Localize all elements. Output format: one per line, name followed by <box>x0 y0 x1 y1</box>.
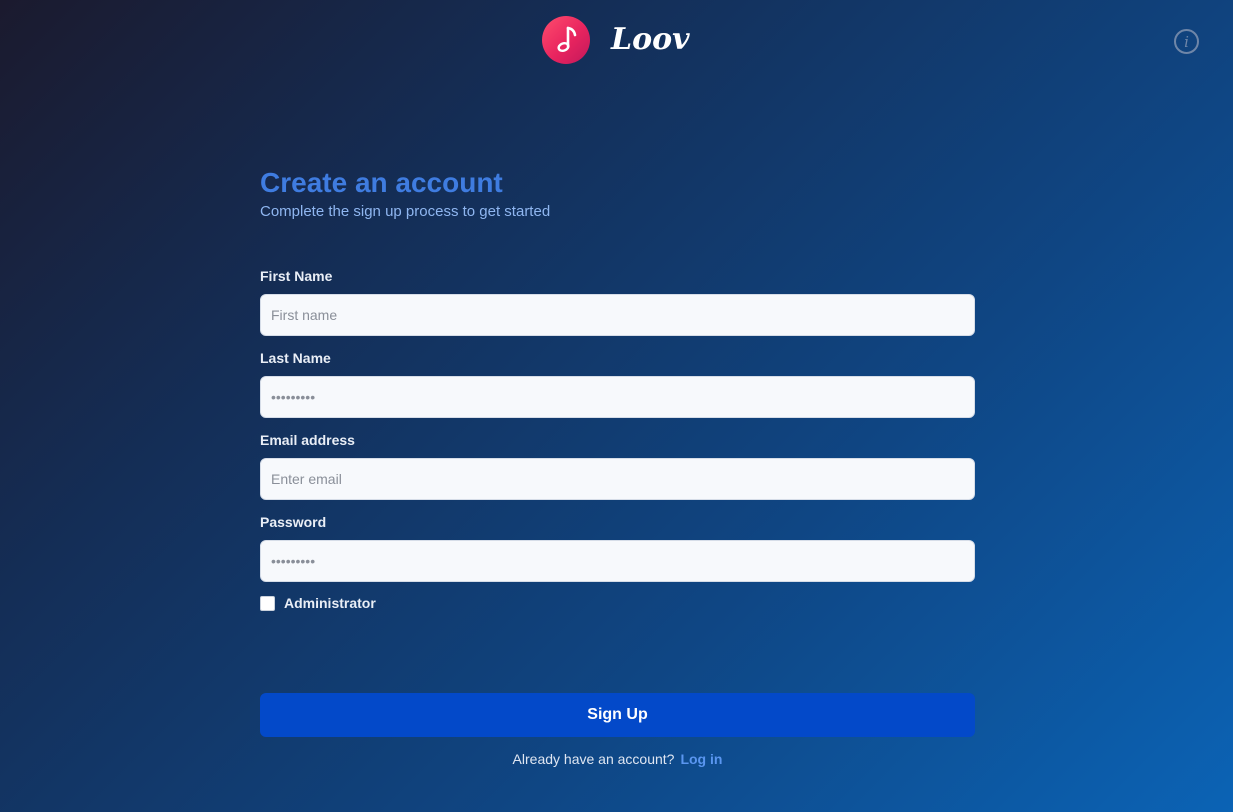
first-name-input[interactable] <box>260 294 975 336</box>
form-heading: Create an account Complete the sign up p… <box>260 166 975 222</box>
sign-up-button[interactable]: Sign Up <box>260 693 975 737</box>
administrator-option[interactable]: Administrator <box>260 595 376 611</box>
header: Loov i <box>0 16 1233 68</box>
brand-name: Loov <box>611 22 690 57</box>
info-icon[interactable]: i <box>1174 29 1199 54</box>
email-label: Email address <box>260 432 355 448</box>
email-field-group: Email address <box>260 431 975 500</box>
password-field-group: Password <box>260 513 975 582</box>
first-name-label: First Name <box>260 268 333 284</box>
last-name-label: Last Name <box>260 350 331 366</box>
email-input[interactable] <box>260 458 975 500</box>
administrator-label: Administrator <box>284 595 376 611</box>
login-link[interactable]: Log in <box>680 751 722 767</box>
login-prompt: Already have an account? Log in <box>260 751 975 767</box>
administrator-checkbox[interactable] <box>260 595 275 611</box>
info-glyph: i <box>1184 32 1189 51</box>
page-title: Create an account <box>260 167 503 198</box>
password-label: Password <box>260 514 327 530</box>
last-name-field-group: Last Name <box>260 349 975 418</box>
first-name-field-group: First Name <box>260 267 975 336</box>
logo <box>542 16 590 64</box>
page-subtitle: Complete the sign up process to get star… <box>260 203 551 220</box>
password-input[interactable] <box>260 540 975 582</box>
login-prompt-text: Already have an account? <box>512 751 675 767</box>
last-name-input[interactable] <box>260 376 975 418</box>
music-note-icon <box>557 26 577 52</box>
